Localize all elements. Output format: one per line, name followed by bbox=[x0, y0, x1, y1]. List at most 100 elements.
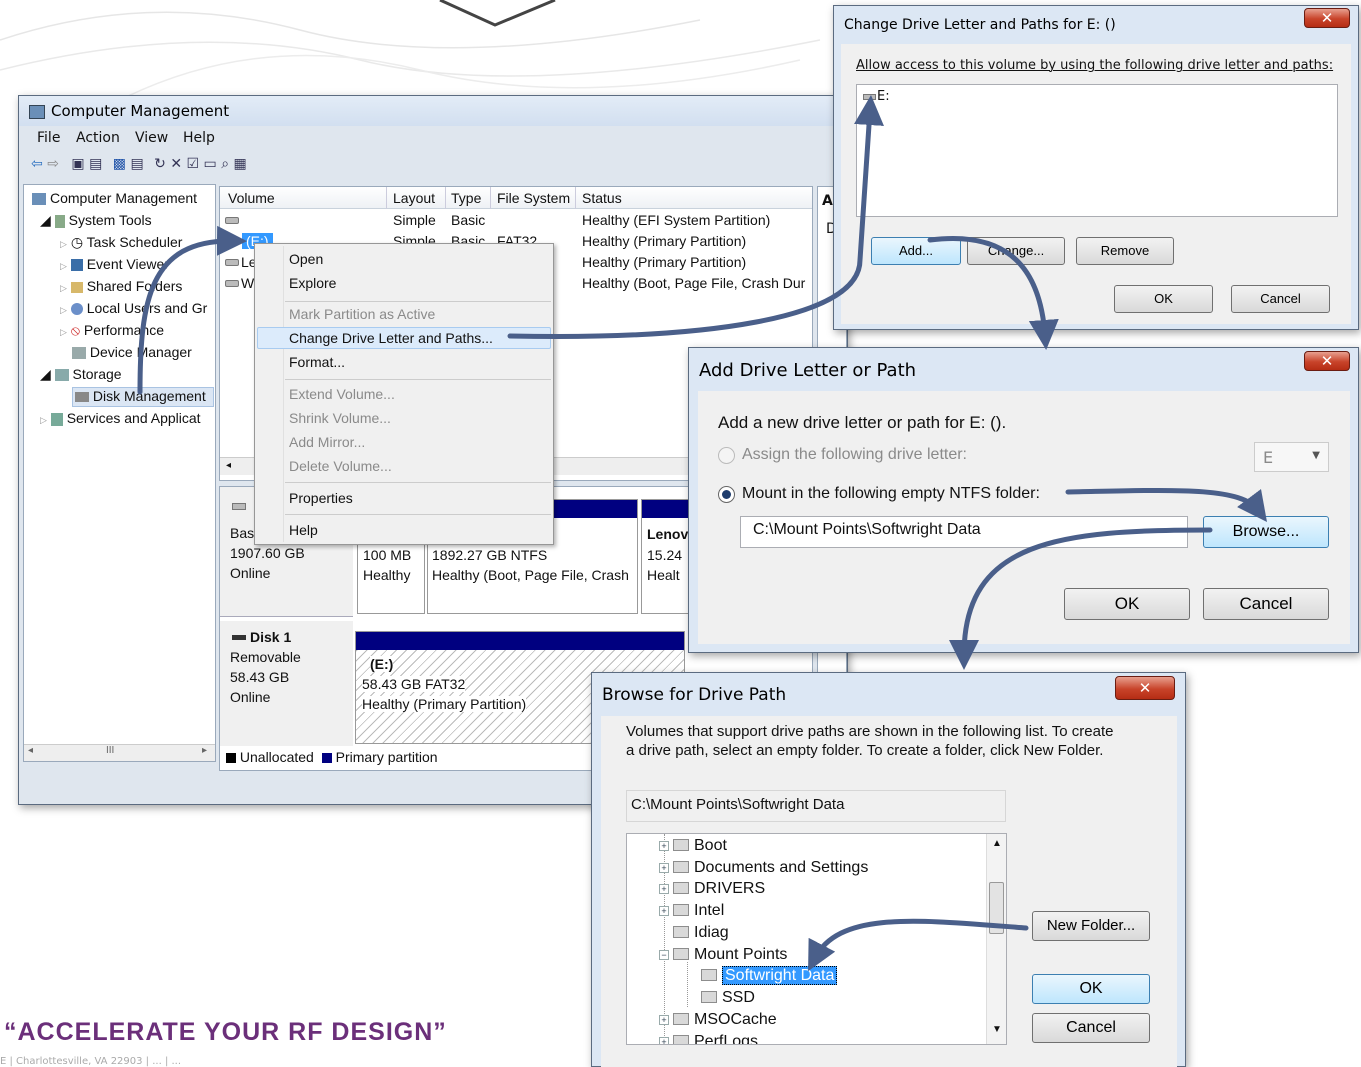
remove-button[interactable]: Remove bbox=[1076, 237, 1174, 265]
browse-drive-path-dialog: Browse for Drive Path ✕ Volumes that sup… bbox=[591, 672, 1186, 1067]
expand-icon[interactable]: + bbox=[659, 1015, 669, 1025]
folder-icon bbox=[673, 1035, 689, 1044]
view-icon[interactable]: ▦ bbox=[234, 156, 247, 172]
menu-view[interactable]: View bbox=[135, 130, 168, 146]
bdp-cancel-button[interactable]: Cancel bbox=[1032, 1013, 1150, 1043]
radio-assign[interactable] bbox=[718, 447, 735, 464]
menu-shrink[interactable]: Shrink Volume... bbox=[289, 410, 391, 426]
cdl-ok-button[interactable]: OK bbox=[1114, 285, 1213, 313]
delete-icon[interactable]: ✕ bbox=[170, 156, 182, 172]
radio-mount[interactable] bbox=[718, 486, 735, 503]
adl-titlebar[interactable]: Add Drive Letter or Path bbox=[689, 348, 1358, 381]
drive-letter-select[interactable]: E ▼ bbox=[1254, 442, 1329, 472]
menu-format[interactable]: Format... bbox=[289, 354, 345, 370]
tree-folder-selected[interactable]: Softwright Data bbox=[701, 966, 838, 985]
tree-task-scheduler[interactable]: ▷ ◷ Task Scheduler bbox=[60, 234, 182, 251]
collapse-icon[interactable]: − bbox=[659, 950, 669, 960]
menu-action[interactable]: Action bbox=[76, 130, 120, 146]
new-folder-button[interactable]: New Folder... bbox=[1032, 911, 1150, 941]
expand-icon[interactable]: + bbox=[659, 841, 669, 851]
close-icon[interactable]: ✕ bbox=[1304, 8, 1350, 28]
tree-folder[interactable]: + PerfLogs bbox=[659, 1033, 758, 1044]
tree-folder[interactable]: + Boot bbox=[659, 837, 727, 855]
bdp-ok-button[interactable]: OK bbox=[1032, 974, 1150, 1004]
back-arrow-icon[interactable]: ⇦ bbox=[31, 156, 43, 172]
col-volume[interactable]: Volume bbox=[228, 190, 275, 206]
tree-device-manager[interactable]: Device Manager bbox=[72, 344, 192, 360]
tree-performance[interactable]: ▷ ⦸ Performance bbox=[60, 322, 164, 339]
search-icon[interactable]: ⌕ bbox=[221, 156, 229, 172]
adl-ok-button[interactable]: OK bbox=[1064, 588, 1190, 620]
tree-computer-management[interactable]: Computer Management bbox=[32, 190, 197, 206]
check-icon[interactable]: ☑ bbox=[187, 156, 200, 172]
scroll-down-icon[interactable]: ▼ bbox=[992, 1024, 1002, 1035]
close-icon[interactable]: ✕ bbox=[1304, 351, 1350, 371]
menu-mark-active[interactable]: Mark Partition as Active bbox=[289, 306, 435, 322]
disk1-info[interactable]: Disk 1 Removable 58.43 GB Online bbox=[220, 621, 353, 746]
tree-storage[interactable]: ◢ Storage bbox=[40, 366, 122, 383]
tree-folder[interactable]: − Mount Points bbox=[659, 946, 787, 964]
menu-extend[interactable]: Extend Volume... bbox=[289, 386, 395, 402]
expand-icon[interactable]: + bbox=[659, 1037, 669, 1044]
tree-disk-management[interactable]: Disk Management bbox=[72, 387, 214, 407]
bdp-titlebar[interactable]: Browse for Drive Path bbox=[592, 673, 1185, 705]
drive-icon bbox=[232, 503, 246, 510]
cdl-list-item[interactable]: E: bbox=[877, 89, 890, 104]
scroll-up-icon[interactable]: ▲ bbox=[992, 838, 1002, 849]
col-type[interactable]: Type bbox=[451, 190, 481, 206]
menu-file[interactable]: File bbox=[37, 130, 60, 146]
browse-button[interactable]: Browse... bbox=[1203, 516, 1329, 548]
add-button[interactable]: Add... bbox=[871, 237, 961, 265]
menu-help[interactable]: Help bbox=[289, 522, 318, 538]
menu-properties[interactable]: Properties bbox=[289, 490, 353, 506]
disk-icon bbox=[75, 392, 89, 403]
background-swirls bbox=[0, 0, 821, 101]
menu-help[interactable]: Help bbox=[183, 130, 215, 146]
menu-change-drive-letter[interactable]: Change Drive Letter and Paths... bbox=[289, 330, 493, 346]
col-file-system[interactable]: File System bbox=[497, 190, 570, 206]
col-layout[interactable]: Layout bbox=[393, 190, 435, 206]
tree-vscrollbar[interactable]: ▲ ▼ bbox=[986, 834, 1006, 1044]
folder-icon bbox=[673, 861, 689, 873]
change-button[interactable]: Change... bbox=[967, 237, 1065, 265]
help-icon[interactable]: ▩ bbox=[113, 156, 126, 172]
tree-services-applications[interactable]: ▷ Services and Applicat bbox=[40, 410, 201, 426]
expand-icon[interactable]: + bbox=[659, 906, 669, 916]
tree-folder[interactable]: + Intel bbox=[659, 902, 724, 920]
chevron-down-icon: ▼ bbox=[1312, 450, 1320, 461]
console-tree-icon[interactable]: ▤ bbox=[89, 156, 102, 172]
close-icon[interactable]: ✕ bbox=[1115, 676, 1175, 700]
cm-titlebar[interactable]: Computer Management bbox=[19, 96, 847, 126]
open-folder-icon[interactable]: ▭ bbox=[204, 156, 217, 172]
refresh-icon[interactable]: ↻ bbox=[154, 156, 166, 172]
up-folder-icon[interactable]: ▣ bbox=[71, 156, 84, 172]
expand-icon[interactable]: + bbox=[659, 863, 669, 873]
tree-folder[interactable]: Idiag bbox=[673, 924, 729, 942]
menu-explore[interactable]: Explore bbox=[289, 275, 336, 291]
tree-system-tools[interactable]: ◢ System Tools bbox=[40, 212, 152, 229]
tree-folder[interactable]: + MSOCache bbox=[659, 1011, 777, 1029]
tree-local-users[interactable]: ▷ Local Users and Gr bbox=[60, 300, 207, 316]
expand-icon[interactable]: + bbox=[659, 884, 669, 894]
cdl-cancel-button[interactable]: Cancel bbox=[1231, 285, 1330, 313]
menu-delete[interactable]: Delete Volume... bbox=[289, 458, 392, 474]
tree-folder[interactable]: + Documents and Settings bbox=[659, 859, 868, 877]
tree-folder[interactable]: + DRIVERS bbox=[659, 880, 765, 898]
menu-open[interactable]: Open bbox=[289, 251, 323, 267]
properties-icon[interactable]: ▤ bbox=[130, 156, 143, 172]
tools-icon bbox=[54, 214, 65, 228]
forward-arrow-icon[interactable]: ⇨ bbox=[47, 156, 59, 172]
adl-cancel-button[interactable]: Cancel bbox=[1203, 588, 1329, 620]
col-status[interactable]: Status bbox=[582, 190, 622, 206]
tree-hscrollbar[interactable]: ◂ III ▸ bbox=[24, 744, 215, 761]
tree-shared-folders[interactable]: ▷ Shared Folders bbox=[60, 278, 182, 294]
menu-add-mirror[interactable]: Add Mirror... bbox=[289, 434, 365, 450]
cdl-titlebar[interactable]: Change Drive Letter and Paths for E: () bbox=[834, 6, 1358, 36]
scroll-thumb[interactable] bbox=[989, 882, 1004, 934]
volume-row[interactable]: Simple Basic Healthy (EFI System Partiti… bbox=[220, 212, 812, 232]
open-folder-icon bbox=[701, 969, 717, 981]
mount-path-input[interactable]: C:\Mount Points\Softwright Data bbox=[740, 516, 1188, 548]
tree-event-viewer[interactable]: ▷ Event Viewer bbox=[60, 256, 169, 272]
cdl-paths-list[interactable]: E: bbox=[856, 84, 1338, 217]
tree-folder[interactable]: SSD bbox=[701, 989, 755, 1007]
